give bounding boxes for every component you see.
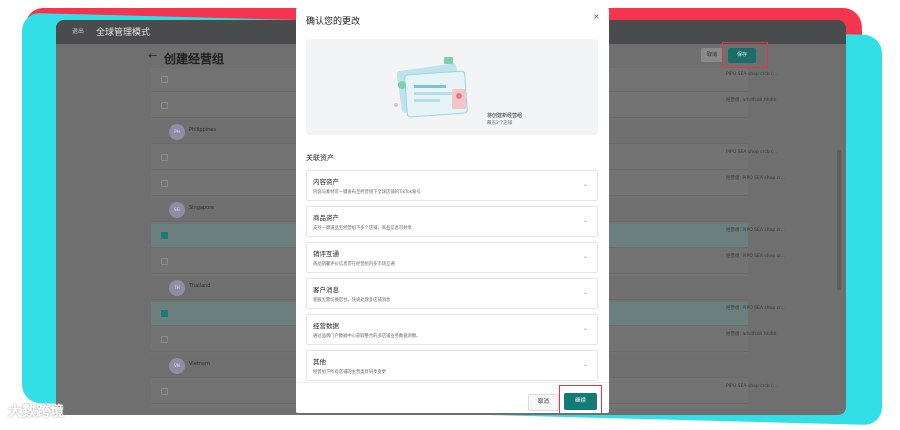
shop-group-info: 经营组: PIPO SEA shop cr... bbox=[726, 306, 785, 311]
accordion-item[interactable]: 内容资产内容与素材可一键发布至经营组下全球店铺的TikTok账号 ⌄ bbox=[306, 170, 598, 201]
row-checkbox[interactable] bbox=[161, 310, 168, 317]
accordion-title: 销评互通 bbox=[313, 250, 339, 258]
shop-group-info: 经营组: PIPO SEA shop cr... bbox=[726, 176, 785, 181]
row-checkbox[interactable] bbox=[161, 76, 168, 83]
accordion-title: 客户消息 bbox=[313, 286, 339, 294]
chevron-down-icon[interactable]: ⌄ bbox=[583, 253, 588, 260]
shop-group-info: PIPO SEA shop crcb (... bbox=[726, 150, 778, 155]
avatar: VN bbox=[169, 358, 185, 374]
shop-group-info: PIPO SEA shop crcb (... bbox=[726, 384, 778, 389]
hero-line-2: 覆盖2个店铺 bbox=[487, 121, 513, 126]
mode-title: 全球管理模式 bbox=[96, 28, 151, 38]
confirm-modal: 确认您的更改 × 将创建新经营组 覆盖2个店铺 关联资产 内容资产内容与素材可一… bbox=[296, 8, 609, 413]
accordion-description: 通过品牌门户数据中心获取整合的多店铺业务数据洞察。 bbox=[313, 334, 421, 339]
row-checkbox[interactable] bbox=[161, 232, 168, 239]
shop-group-info: PIPO SEA shop crcb (... bbox=[726, 72, 778, 77]
accordion-title: 内容资产 bbox=[313, 178, 339, 186]
hero-line-1: 将创建新经营组 bbox=[487, 113, 523, 119]
accordion-item[interactable]: 客户消息客服无需切换后台，快速处理多店铺消息 ⌄ bbox=[306, 278, 598, 309]
screenshot-frame: 退出 全球管理模式 ← 创建经营组 取消 保存 PIPO SEA shopPIP… bbox=[0, 0, 900, 430]
accordion-description: 经营组下所有店铺的主营类目同步变更 bbox=[313, 370, 387, 375]
scrollbar[interactable] bbox=[837, 150, 841, 290]
watermark-logo: 大数跨境 bbox=[8, 404, 64, 420]
avatar: PH bbox=[169, 124, 185, 140]
group-name: Philippines bbox=[189, 127, 216, 133]
row-checkbox[interactable] bbox=[161, 102, 168, 109]
row-checkbox[interactable] bbox=[161, 336, 168, 343]
accordion-description: 内容与素材可一键发布至经营组下全球店铺的TikTok账号 bbox=[313, 190, 421, 195]
group-name: Thailand bbox=[189, 283, 211, 289]
avatar: TH bbox=[169, 280, 185, 296]
accordion-description: 商品销量评价信息可在经营组内多市场互通 bbox=[313, 262, 395, 267]
back-arrow-icon[interactable]: ← bbox=[148, 49, 157, 62]
section-label: 关联资产 bbox=[306, 154, 334, 162]
group-name: Singapore bbox=[189, 205, 215, 211]
avatar: SG bbox=[169, 202, 185, 218]
accordion-item[interactable]: 经营数据通过品牌门户数据中心获取整合的多店铺业务数据洞察。 ⌄ bbox=[306, 314, 598, 345]
accordion-description: 客服无需切换后台，快速处理多店铺消息 bbox=[313, 298, 391, 303]
exit-link[interactable]: 退出 bbox=[72, 26, 84, 35]
accordion-item[interactable]: 商品资产支持一键铺品至经营组下多个店铺，商品信息可共享 ⌄ bbox=[306, 206, 598, 237]
chevron-down-icon[interactable]: ⌄ bbox=[583, 361, 588, 368]
shop-group-info: 经营组: arbdfsd4 hhihh bbox=[726, 332, 777, 337]
accordion-item[interactable]: 其他经营组下所有店铺的主营类目同步变更 ⌄ bbox=[306, 350, 598, 381]
accordion-description: 支持一键铺品至经营组下多个店铺，商品信息可共享 bbox=[313, 226, 412, 231]
row-checkbox[interactable] bbox=[161, 388, 168, 395]
illustration-icon bbox=[394, 57, 468, 118]
shop-group-info: 经营组: PIPO SEA shop cr... bbox=[726, 254, 785, 259]
accordion-title: 经营数据 bbox=[313, 322, 339, 330]
row-checkbox[interactable] bbox=[161, 258, 168, 265]
chevron-down-icon[interactable]: ⌄ bbox=[583, 217, 588, 224]
highlight-box-continue bbox=[559, 385, 602, 413]
chevron-down-icon[interactable]: ⌄ bbox=[583, 289, 588, 296]
modal-cancel-button[interactable]: 取消 bbox=[528, 394, 559, 411]
close-icon[interactable]: × bbox=[593, 12, 600, 21]
shop-group-info: 经营组: arbdfsd4 hhihh bbox=[726, 98, 777, 103]
cancel-button[interactable]: 取消 bbox=[701, 48, 723, 62]
shop-group-info: 经营组: PIPO SEA shop cr... bbox=[726, 228, 785, 233]
accordion-title: 其他 bbox=[313, 358, 326, 366]
highlight-box-save bbox=[722, 42, 768, 68]
page-title: 创建经营组 bbox=[164, 52, 225, 66]
modal-title: 确认您的更改 bbox=[306, 17, 361, 27]
group-name: Vietnam bbox=[189, 361, 210, 367]
row-checkbox[interactable] bbox=[161, 180, 168, 187]
modal-hero: 将创建新经营组 覆盖2个店铺 bbox=[306, 39, 598, 135]
accordion-title: 商品资产 bbox=[313, 214, 339, 222]
row-checkbox[interactable] bbox=[161, 154, 168, 161]
accordion-item[interactable]: 销评互通商品销量评价信息可在经营组内多市场互通 ⌄ bbox=[306, 242, 598, 273]
chevron-down-icon[interactable]: ⌄ bbox=[583, 181, 588, 188]
chevron-down-icon[interactable]: ⌄ bbox=[583, 325, 588, 332]
